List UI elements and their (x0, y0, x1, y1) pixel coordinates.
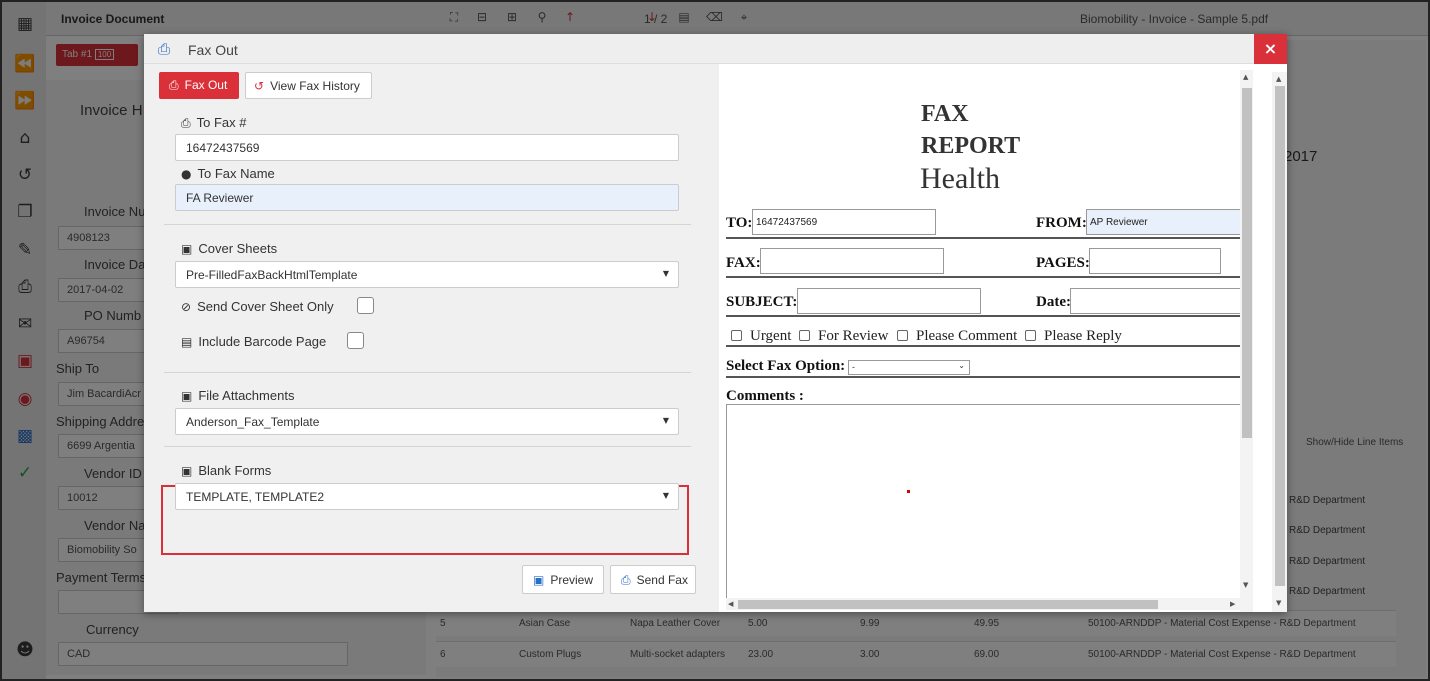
screenshot-border (0, 0, 1430, 681)
